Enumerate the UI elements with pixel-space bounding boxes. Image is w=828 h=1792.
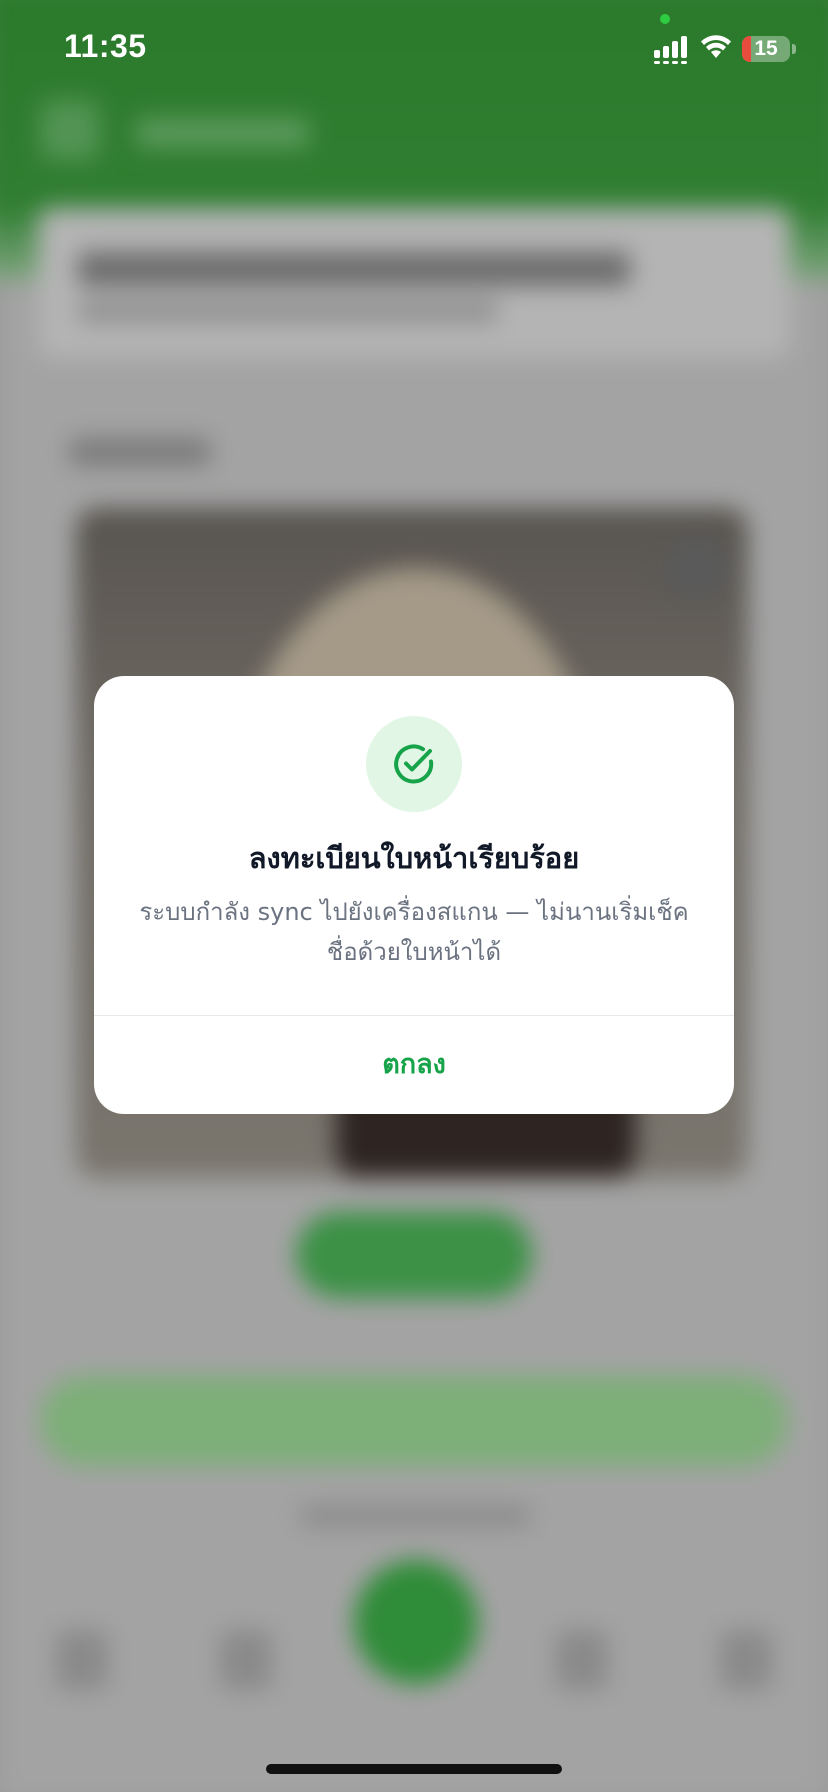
dialog-message: ระบบกำลัง sync ไปยังเครื่องสแกน — ไม่นาน… (134, 892, 694, 972)
check-circle-icon (394, 744, 434, 784)
dialog-title: ลงทะเบียนใบหน้าเรียบร้อย (248, 841, 580, 875)
cellular-signal-icon (654, 36, 688, 64)
battery-percentage: 15 (754, 37, 778, 60)
success-dialog: ลงทะเบียนใบหน้าเรียบร้อย ระบบกำลัง sync … (94, 676, 734, 1114)
home-indicator[interactable] (266, 1764, 562, 1774)
camera-indicator-icon (660, 14, 670, 24)
ok-button[interactable]: ตกลง (94, 1016, 734, 1114)
battery-icon: 15 (742, 36, 790, 62)
success-icon-badge (366, 716, 462, 812)
status-time: 11:35 (64, 28, 147, 64)
dialog-message-line1: ระบบกำลัง sync ไปยังเครื่องสแกน — ไม่นาน… (139, 898, 689, 926)
screen: 11:35 15 ลงทะเบียนใบหน้าเรียบร้อย ระบบกำ… (0, 0, 828, 1792)
wifi-icon (701, 35, 731, 58)
dialog-message-line2: ชื่อด้วยใบหน้าได้ (326, 938, 502, 966)
status-bar: 11:35 15 (0, 0, 828, 100)
